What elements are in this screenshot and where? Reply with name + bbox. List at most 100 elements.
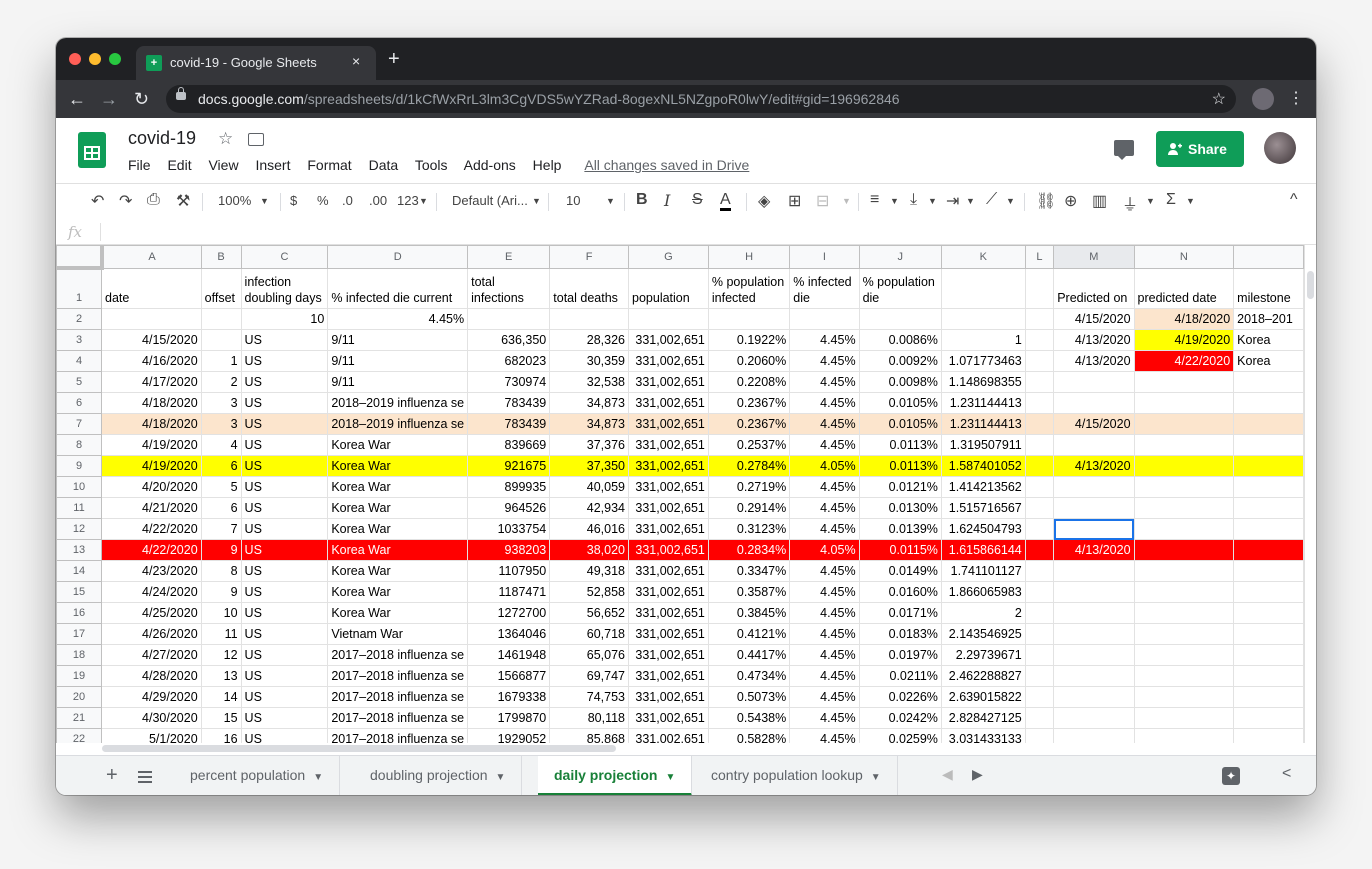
horizontal-scrollbar[interactable] [102, 743, 1302, 753]
cell[interactable] [1233, 560, 1304, 582]
vertical-align-icon[interactable]: ⤓ [910, 191, 917, 209]
cell[interactable]: Korea War [327, 560, 469, 582]
cell[interactable]: 0.4734% [707, 665, 791, 687]
scroll-tabs-right-icon[interactable]: ▶ [972, 766, 983, 783]
cell[interactable]: 4.45% [789, 707, 860, 729]
cell[interactable]: 4.45% [789, 434, 860, 456]
tab-percent-population[interactable]: percent population ▼ [174, 756, 341, 795]
cell[interactable]: 331,002,651 [628, 707, 709, 729]
collapse-toolbar-icon[interactable]: ^ [1290, 191, 1298, 209]
cell[interactable] [1024, 267, 1055, 309]
cell[interactable]: 1.231144413 [940, 413, 1026, 435]
cell[interactable]: 2.639015822 [940, 686, 1026, 708]
cell[interactable] [1053, 728, 1135, 743]
cell[interactable]: Korea War [327, 602, 469, 624]
cell[interactable]: 331,002,651 [628, 644, 709, 666]
zoom-dropdown-icon[interactable]: ▼ [260, 196, 269, 206]
cell[interactable]: Korea War [327, 518, 469, 540]
cell[interactable] [1233, 497, 1304, 519]
row-header[interactable]: 14 [56, 560, 103, 582]
cell[interactable] [200, 308, 242, 330]
cell[interactable]: 4/23/2020 [101, 560, 202, 582]
row-header[interactable]: 12 [56, 518, 103, 540]
menu-insert[interactable]: Insert [255, 157, 290, 173]
cell[interactable]: 0.2834% [707, 539, 791, 561]
cell[interactable]: 6 [200, 455, 242, 477]
cell[interactable]: 899935 [467, 476, 551, 498]
cell[interactable]: 11 [200, 623, 242, 645]
wrap-dropdown-icon[interactable]: ▼ [966, 196, 975, 206]
cell[interactable]: US [240, 665, 329, 687]
cell[interactable]: 1.587401052 [940, 455, 1026, 477]
print-icon[interactable]: ⎙ [147, 191, 160, 209]
column-header-m[interactable]: M [1053, 245, 1135, 269]
menu-file[interactable]: File [128, 157, 151, 173]
cell[interactable]: 1187471 [467, 581, 551, 603]
row-header[interactable]: 2 [56, 308, 103, 330]
cell[interactable]: US [240, 497, 329, 519]
cell[interactable]: 34,873 [549, 413, 630, 435]
cell[interactable]: total infections [467, 267, 551, 309]
cell[interactable]: 9/11 [327, 329, 469, 351]
cell[interactable]: 0.3347% [707, 560, 791, 582]
cell[interactable]: 1679338 [467, 686, 551, 708]
cell[interactable]: 2 [200, 371, 242, 393]
cell[interactable]: 4.45% [789, 392, 860, 414]
cell[interactable]: Vietnam War [327, 623, 469, 645]
cell[interactable]: 0.2060% [707, 350, 791, 372]
cell[interactable]: US [240, 707, 329, 729]
cell[interactable]: 9/11 [327, 350, 469, 372]
cell[interactable] [1233, 581, 1304, 603]
cell[interactable]: 4.45% [789, 329, 860, 351]
cell[interactable] [1133, 560, 1235, 582]
cell[interactable]: US [240, 476, 329, 498]
cell[interactable]: 3 [200, 413, 242, 435]
cell[interactable]: 331,002,651 [628, 623, 709, 645]
redo-icon[interactable]: ↷ [119, 191, 132, 211]
cell[interactable]: 37,376 [549, 434, 630, 456]
cell[interactable]: 1.866065983 [940, 581, 1026, 603]
cell[interactable]: 1.515716567 [940, 497, 1026, 519]
cell[interactable] [549, 308, 630, 330]
cell[interactable]: 4.45% [789, 602, 860, 624]
menu-edit[interactable]: Edit [167, 157, 191, 173]
tab-dropdown-icon[interactable]: ▼ [665, 772, 675, 783]
cell[interactable] [1053, 560, 1135, 582]
cell[interactable]: 0.5073% [707, 686, 791, 708]
cell[interactable]: 42,934 [549, 497, 630, 519]
horizontal-scroll-thumb[interactable] [102, 745, 616, 752]
cell[interactable] [1133, 518, 1235, 540]
menu-addons[interactable]: Add-ons [464, 157, 516, 173]
menu-help[interactable]: Help [533, 157, 562, 173]
cell[interactable]: 0.2367% [707, 413, 791, 435]
row-header[interactable]: 17 [56, 623, 103, 645]
rotation-dropdown-icon[interactable]: ▼ [1006, 196, 1015, 206]
tab-daily-projection[interactable]: daily projection ▼ [538, 756, 693, 795]
cell[interactable] [1024, 686, 1055, 708]
cell[interactable]: 331,002,651 [628, 602, 709, 624]
cell[interactable]: 0.0121% [858, 476, 942, 498]
row-header[interactable]: 20 [56, 686, 103, 708]
cell[interactable]: 7 [200, 518, 242, 540]
cell[interactable]: 15 [200, 707, 242, 729]
cell[interactable]: 8 [200, 560, 242, 582]
cell[interactable]: 69,747 [549, 665, 630, 687]
add-sheet-button[interactable]: + [106, 764, 118, 787]
cell[interactable]: Korea War [327, 434, 469, 456]
close-window-button[interactable] [69, 53, 81, 65]
cell[interactable] [1133, 707, 1235, 729]
cell[interactable]: US [240, 728, 329, 743]
cell[interactable]: 1.414213562 [940, 476, 1026, 498]
zoom-select[interactable]: 100% [218, 193, 251, 208]
cell[interactable] [1024, 413, 1055, 435]
cell[interactable]: 4.45% [789, 728, 860, 743]
cell[interactable]: 3.031433133 [940, 728, 1026, 743]
cell[interactable]: predicted date [1133, 267, 1235, 309]
column-header-i[interactable]: I [789, 245, 860, 269]
cell[interactable]: 4/19/2020 [1133, 329, 1235, 351]
cell[interactable]: 4/30/2020 [101, 707, 202, 729]
cell[interactable]: 1.148698355 [940, 371, 1026, 393]
cell[interactable] [1024, 644, 1055, 666]
cell[interactable]: 12 [200, 644, 242, 666]
cell[interactable]: 4.45% [327, 308, 469, 330]
